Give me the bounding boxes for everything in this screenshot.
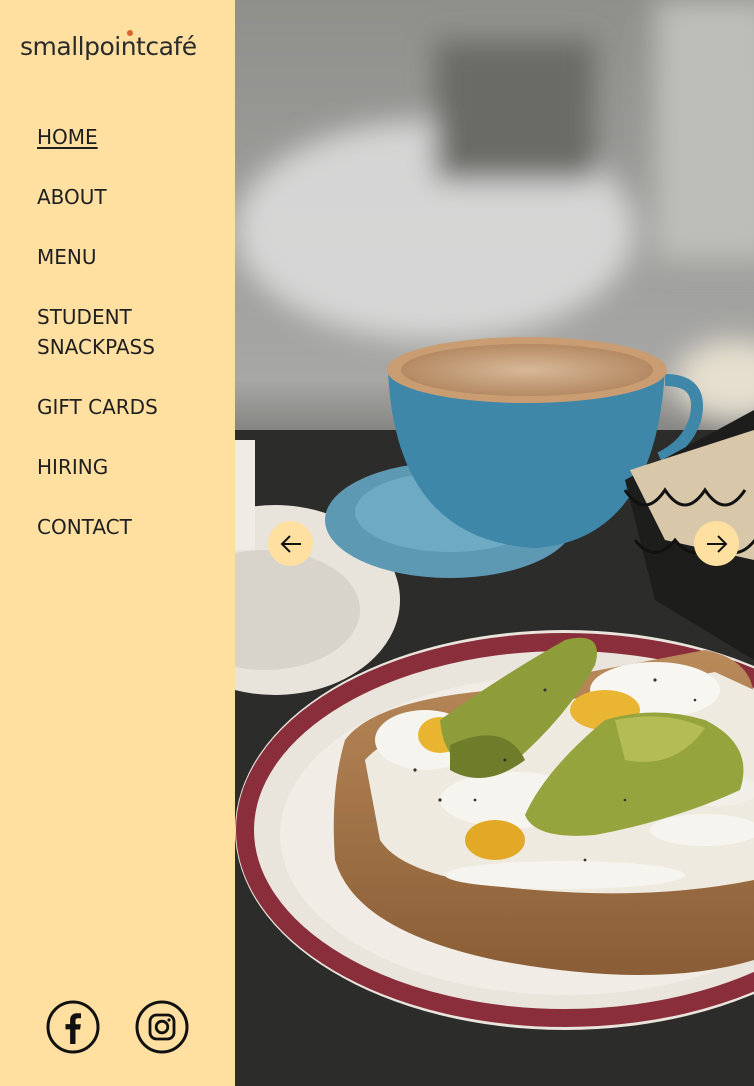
logo[interactable]: smallpointcafé	[20, 30, 197, 61]
nav-item-gift-cards[interactable]: GIFT CARDS	[37, 392, 207, 422]
nav-item-about[interactable]: ABOUT	[37, 182, 207, 212]
arrow-left-icon	[280, 534, 301, 553]
logo-dot	[127, 30, 133, 36]
sidebar: smallpointcafé HOME ABOUT MENU STUDENT S…	[0, 0, 235, 1086]
facebook-icon	[46, 1000, 100, 1054]
nav-item-menu[interactable]: MENU	[37, 242, 207, 272]
instagram-link[interactable]	[135, 1000, 189, 1054]
nav-item-student-snackpass[interactable]: STUDENT SNACKPASS	[37, 302, 207, 362]
instagram-icon	[135, 1000, 189, 1054]
arrow-right-icon	[706, 534, 727, 553]
slideshow-next-button[interactable]	[694, 521, 739, 566]
logo-text: smallpointcafé	[20, 32, 197, 61]
nav-item-contact[interactable]: CONTACT	[37, 512, 207, 542]
nav-item-hiring[interactable]: HIRING	[37, 452, 207, 482]
slideshow-prev-button[interactable]	[268, 521, 313, 566]
nav-item-home[interactable]: HOME	[37, 122, 207, 152]
hero-slideshow	[235, 0, 754, 1086]
main-nav: HOME ABOUT MENU STUDENT SNACKPASS GIFT C…	[37, 122, 207, 572]
facebook-link[interactable]	[46, 1000, 100, 1054]
